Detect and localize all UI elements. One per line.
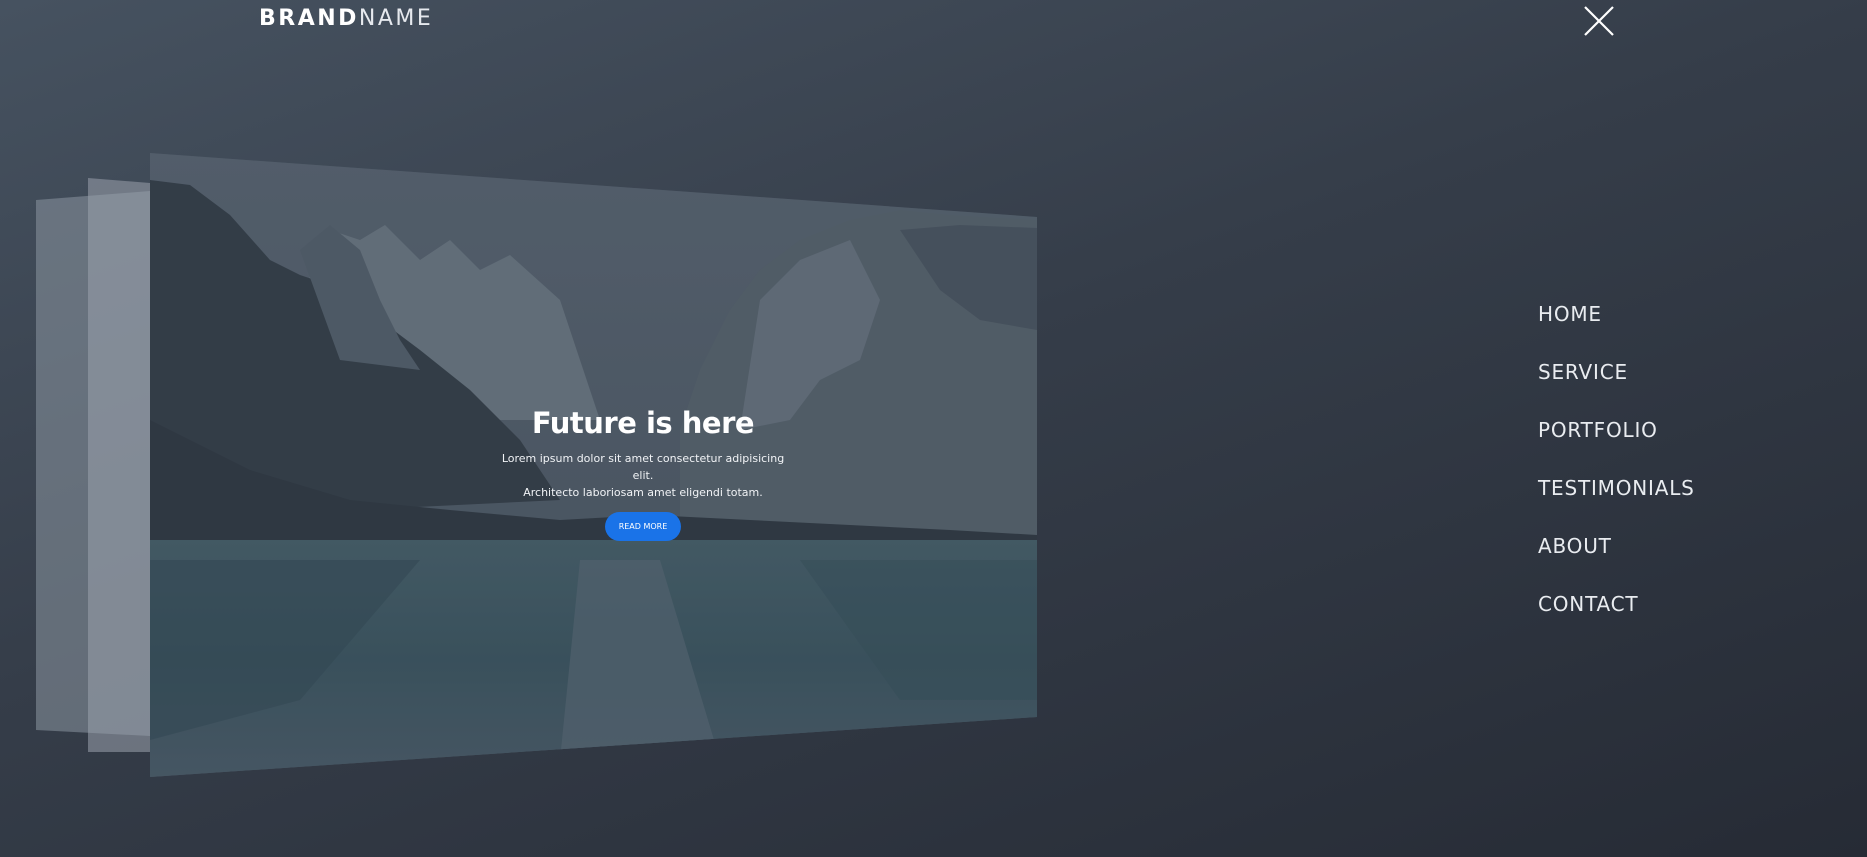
hero-title: Future is here bbox=[531, 406, 755, 440]
menu-item-about[interactable]: ABOUT bbox=[1538, 534, 1695, 592]
menu-item-testimonials[interactable]: TESTIMONIALS bbox=[1538, 476, 1695, 534]
menu-item-portfolio[interactable]: PORTFOLIO bbox=[1538, 418, 1695, 476]
hero-description-line-2: Architecto laboriosam amet eligendi tota… bbox=[523, 486, 763, 499]
ghost-panel-middle bbox=[88, 178, 150, 752]
menu-item-contact[interactable]: CONTACT bbox=[1538, 592, 1695, 650]
hero-description: Lorem ipsum dolor sit amet consectetur a… bbox=[500, 450, 786, 501]
hero-content: Future is here Lorem ipsum dolor sit ame… bbox=[500, 406, 786, 541]
menu-item-home[interactable]: HOME bbox=[1538, 302, 1695, 360]
hero-description-line-1: Lorem ipsum dolor sit amet consectetur a… bbox=[501, 452, 785, 482]
main-menu: HOME SERVICE PORTFOLIO TESTIMONIALS ABOU… bbox=[1538, 302, 1695, 650]
menu-item-service[interactable]: SERVICE bbox=[1538, 360, 1695, 418]
read-more-button[interactable]: READ MORE bbox=[604, 512, 682, 541]
